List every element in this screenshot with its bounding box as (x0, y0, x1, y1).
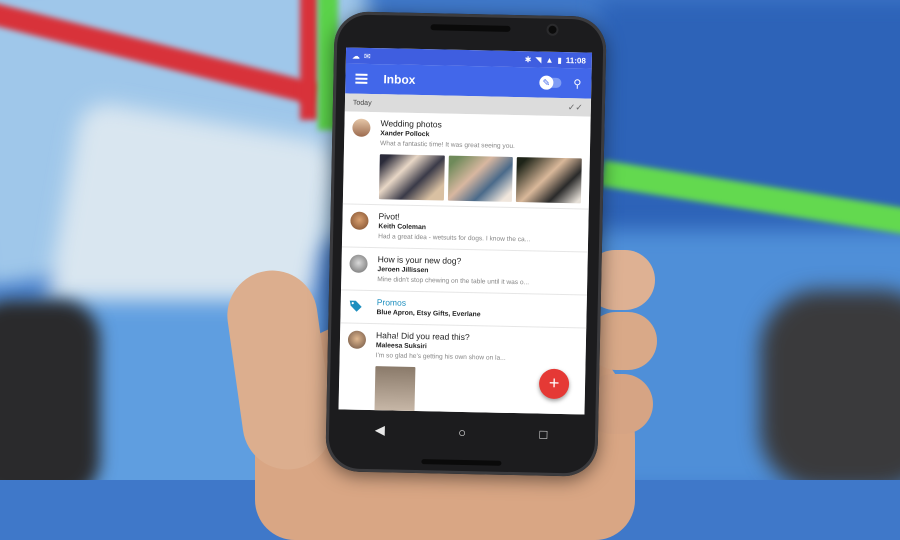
sweep-done-icon[interactable]: ✓✓ (568, 102, 583, 113)
bg-dark-shape (0, 300, 100, 480)
photo-thumbnail[interactable] (378, 154, 445, 201)
avatar (350, 211, 369, 230)
status-time: 11:08 (565, 55, 586, 65)
photo-attachments (378, 154, 582, 204)
page-title: Inbox (383, 72, 416, 87)
front-camera (548, 25, 557, 34)
email-item[interactable]: How is your new dog? Jeroen Jillissen Mi… (341, 247, 588, 296)
avatar (347, 330, 367, 349)
photo-thumbnail[interactable] (447, 155, 514, 202)
bottom-speaker (421, 459, 502, 466)
search-icon[interactable]: ⚲ (573, 77, 581, 90)
avatar (352, 118, 371, 137)
bg-dark-shape (760, 290, 900, 480)
section-label: Today (352, 99, 372, 107)
phone: ☁ ✉ ✱ ◥ ▲ ▮ 11:08 Inbox ✎ ⚲ Today ✓✓ Wed… (325, 11, 607, 477)
photo-thumbnail[interactable] (516, 157, 582, 204)
phone-screen: ☁ ✉ ✱ ◥ ▲ ▮ 11:08 Inbox ✎ ⚲ Today ✓✓ Wed… (338, 47, 593, 415)
nav-bar: ◀ ○ □ (338, 409, 585, 454)
signal-icon: ▲ (545, 55, 554, 65)
bluetooth-icon: ✱ (524, 54, 532, 64)
pin-icon: ✎ (539, 75, 554, 90)
promos-bundle[interactable]: Promos Blue Apron, Etsy Gifts, Everlane (340, 290, 587, 329)
bg-red-stripe (300, 0, 318, 120)
notification-icon: ☁ (351, 51, 361, 61)
battery-icon: ▮ (557, 55, 562, 65)
notification-icon: ✉ (363, 51, 371, 61)
tag-icon (349, 300, 362, 312)
wifi-icon: ◥ (535, 54, 542, 65)
photo-thumbnail[interactable] (374, 366, 416, 412)
avatar (349, 254, 368, 273)
pin-toggle[interactable]: ✎ (539, 75, 562, 90)
recents-icon[interactable]: □ (539, 426, 547, 441)
earpiece-speaker (430, 24, 511, 32)
email-item[interactable]: Wedding photos Xander Pollock What a fan… (342, 111, 591, 210)
email-item[interactable]: Pivot! Keith Coleman Had a great idea - … (341, 204, 589, 253)
home-icon[interactable]: ○ (458, 424, 466, 439)
hand-thumb (221, 264, 339, 476)
back-icon[interactable]: ◀ (375, 422, 385, 438)
menu-icon[interactable] (355, 73, 368, 84)
